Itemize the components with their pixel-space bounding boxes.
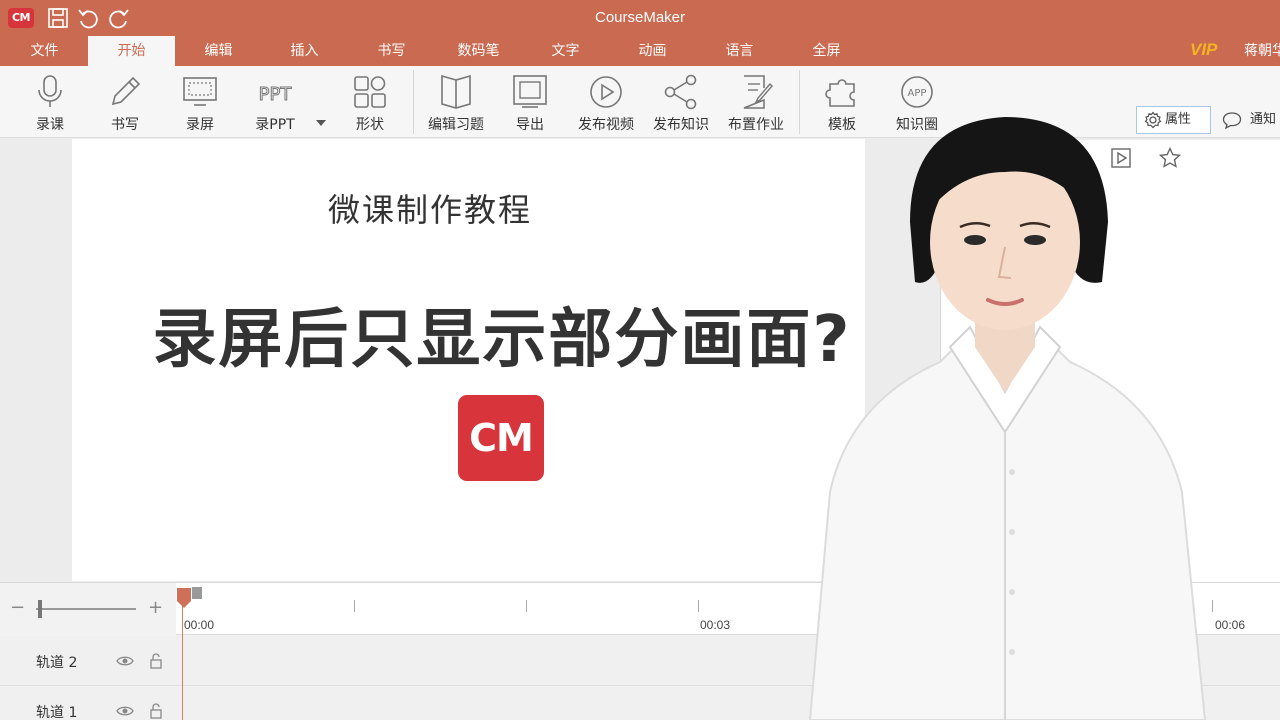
svg-text:APP: APP: [908, 88, 927, 99]
write-label: 书写: [111, 117, 139, 133]
menu-start[interactable]: 开始: [88, 36, 175, 66]
export-icon: [510, 72, 550, 112]
screen-record-label: 录屏: [186, 117, 214, 133]
assignment-icon: [736, 72, 776, 112]
ruler-tick: [526, 600, 527, 612]
lock-icon[interactable]: [147, 703, 165, 719]
notify-button[interactable]: 通知: [1218, 106, 1276, 134]
record-ppt-button[interactable]: PPT 录PPT: [245, 66, 305, 138]
user-name[interactable]: 蒋朝华: [1244, 36, 1280, 66]
record-lesson-label: 录课: [36, 117, 64, 133]
range-marker[interactable]: [192, 587, 202, 599]
zoom-slider-handle[interactable]: [38, 600, 42, 618]
menu-text[interactable]: 文字: [522, 36, 609, 66]
time-label-3: 00:03: [700, 618, 731, 632]
ppt-dropdown-caret[interactable]: [316, 120, 326, 126]
shapes-label: 形状: [356, 117, 384, 133]
chat-bubble-icon: [1222, 112, 1242, 129]
assign-homework-label: 布置作业: [728, 117, 784, 133]
eye-icon[interactable]: [116, 703, 134, 719]
notify-label: 通知: [1250, 112, 1277, 127]
zoom-slider-track[interactable]: [36, 608, 136, 610]
menu-language[interactable]: 语言: [696, 36, 783, 66]
app-title: CourseMaker: [594, 9, 686, 26]
presenter-video-overlay: [790, 112, 1220, 720]
edit-exercises-button[interactable]: 编辑习题: [422, 66, 490, 138]
publish-video-button[interactable]: 发布视频: [572, 66, 640, 138]
slide-logo: CM: [458, 395, 544, 481]
playhead-line: [182, 600, 183, 720]
record-ppt-label: 录PPT: [255, 117, 295, 133]
title-bar: CM CourseMaker: [0, 0, 1280, 36]
shapes-button[interactable]: 形状: [340, 66, 400, 138]
svg-text:PPT: PPT: [259, 84, 293, 105]
publish-knowledge-button[interactable]: 发布知识: [647, 66, 715, 138]
publish-knowledge-label: 发布知识: [653, 117, 709, 133]
export-button[interactable]: 导出: [500, 66, 560, 138]
book-icon: [436, 72, 476, 112]
assign-homework-button[interactable]: 布置作业: [722, 66, 790, 138]
pencil-icon: [105, 72, 145, 112]
menu-insert[interactable]: 插入: [261, 36, 348, 66]
menu-write[interactable]: 书写: [348, 36, 435, 66]
time-label-0: 00:00: [184, 618, 215, 632]
menu-fullscreen[interactable]: 全屏: [783, 36, 870, 66]
eye-icon[interactable]: [116, 653, 134, 669]
publish-video-label: 发布视频: [578, 117, 634, 133]
play-circle-icon: [586, 72, 626, 112]
menu-digital-pen[interactable]: 数码笔: [435, 36, 522, 66]
menu-edit[interactable]: 编辑: [175, 36, 262, 66]
ppt-icon: PPT: [255, 72, 295, 112]
track-name: 轨道 1: [36, 705, 78, 720]
vip-badge[interactable]: VIP: [1190, 40, 1217, 60]
write-button[interactable]: 书写: [95, 66, 155, 138]
menu-bar: 文件 开始 编辑 插入 书写 数码笔 文字 动画 语言 全屏: [0, 36, 1280, 66]
ruler-tick: [354, 600, 355, 612]
track-name: 轨道 2: [36, 655, 78, 671]
edit-exercises-label: 编辑习题: [428, 117, 484, 133]
zoom-out-button[interactable]: −: [10, 599, 26, 617]
share-icon: [661, 72, 701, 112]
ruler-tick: [698, 600, 699, 612]
record-lesson-button[interactable]: 录课: [20, 66, 80, 138]
playhead-handle[interactable]: [176, 587, 192, 609]
menu-animation[interactable]: 动画: [609, 36, 696, 66]
menu-file[interactable]: 文件: [1, 36, 88, 66]
puzzle-icon: [822, 72, 862, 112]
lock-icon[interactable]: [147, 653, 165, 669]
export-label: 导出: [516, 117, 544, 133]
zoom-in-button[interactable]: +: [148, 599, 164, 617]
shapes-icon: [350, 72, 390, 112]
app-icon: APP: [897, 72, 937, 112]
microphone-icon: [30, 72, 70, 112]
screen-record-button[interactable]: 录屏: [170, 66, 230, 138]
slide-subtitle: 微课制作教程: [327, 191, 532, 229]
ribbon-separator: [413, 70, 414, 134]
screen-record-icon: [180, 72, 220, 112]
